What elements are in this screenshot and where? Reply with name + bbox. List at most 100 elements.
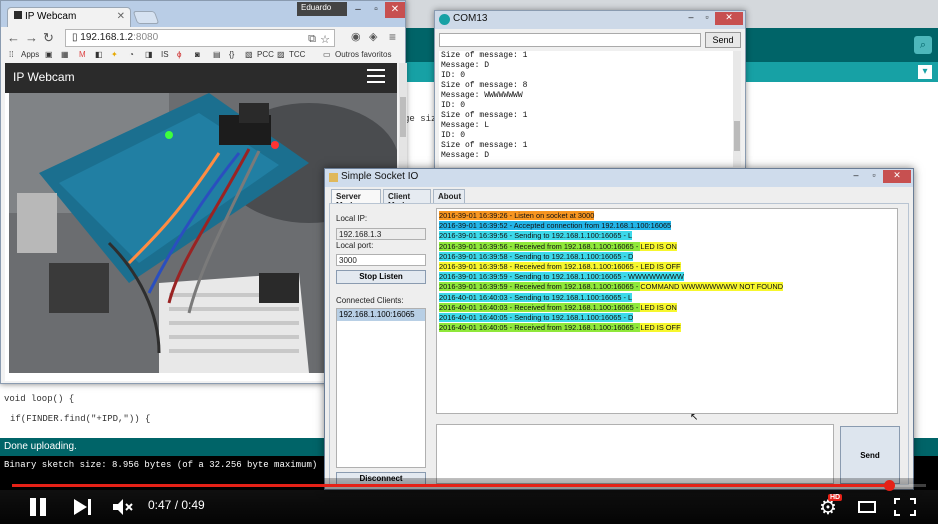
close-tab-icon[interactable]: ✕ xyxy=(117,11,125,22)
bookmarks-bar: ⁞⁞ Apps ▣ ▦ M ◧ ✦ ◔ ◨ IS ϕ ◙ ▤ {} ▧ PCC … xyxy=(1,49,405,63)
log-entry-segment: 2016-40-01 16:40:03 - Sending to 192.168… xyxy=(439,292,633,302)
hamburger-menu-icon[interactable] xyxy=(367,69,385,85)
send-button[interactable]: Send xyxy=(840,426,900,484)
url-port: :8080 xyxy=(133,32,159,43)
serial-line: Message: D xyxy=(441,151,490,160)
socket-io-window: Simple Socket IO ‒ ▫ ✕ Server Mode Clien… xyxy=(324,168,914,490)
bookmark-apps[interactable]: Apps xyxy=(21,50,39,59)
maximize-button[interactable]: ▫ xyxy=(865,170,883,183)
bookmark-icon-10[interactable]: {} xyxy=(229,50,234,59)
browser-toolbar: ← → ↻ ▯ 192.168.1.2:8080 ⧉ ☆ ◉ ◈ ≡ xyxy=(1,27,405,49)
serial-scrollbar[interactable] xyxy=(733,51,741,167)
scrollbar-thumb[interactable] xyxy=(734,121,740,151)
hd-badge: HD xyxy=(828,494,843,501)
log-entry: 2016-39-01 16:39:59 - Received from 192.… xyxy=(439,282,784,292)
maximize-button[interactable]: ▫ xyxy=(699,12,715,25)
bookmark-icon-12[interactable]: ▨ xyxy=(277,50,285,59)
log-entry: 2016-40-01 16:40:03 - Sending to 192.168… xyxy=(439,292,633,302)
maximize-button[interactable]: ▫ xyxy=(367,2,385,18)
minimize-button[interactable]: ‒ xyxy=(683,12,699,25)
bookmark-tcc[interactable]: TCC xyxy=(289,50,305,59)
close-window-button[interactable]: ✕ xyxy=(385,2,405,18)
apps-icon[interactable]: ⁞⁞ xyxy=(9,50,13,59)
time-display: 0:47 / 0:49 xyxy=(148,498,205,512)
theater-mode-icon[interactable] xyxy=(858,501,876,513)
log-entry: 2016-39-01 16:39:56 - Received from 192.… xyxy=(439,241,677,251)
bookmark-icon-2[interactable]: ▦ xyxy=(61,50,69,59)
tab-about[interactable]: About xyxy=(433,189,465,203)
pause-icon[interactable] xyxy=(28,498,48,516)
message-input[interactable] xyxy=(436,424,834,484)
client-item[interactable]: 192.168.1.100:16065 xyxy=(337,309,425,321)
current-time: 0:47 xyxy=(148,498,172,512)
window-title: COM13 xyxy=(453,13,488,24)
log-entry-segment: 2016-39-01 16:39:56 - Received from 192.… xyxy=(439,241,641,251)
bookmark-pcc[interactable]: PCC xyxy=(257,50,274,59)
serial-monitor-button[interactable]: ⌕ xyxy=(914,36,932,54)
connected-clients-label: Connected Clients: xyxy=(336,296,404,305)
cast-icon[interactable]: ◈ xyxy=(369,30,377,43)
next-icon[interactable] xyxy=(72,498,94,516)
log-entry-segment: 2016-39-01 16:39:26 - Listen on socket a… xyxy=(439,211,595,220)
bookmark-outros[interactable]: Outros favoritos xyxy=(335,50,391,59)
log-entry-segment: 2016-39-01 16:39:58 - Received from 192.… xyxy=(439,262,681,271)
reload-icon[interactable]: ↻ xyxy=(43,30,54,46)
bookmark-icon-3[interactable]: ◧ xyxy=(95,50,103,59)
fullscreen-icon[interactable] xyxy=(894,498,916,516)
progress-bar[interactable] xyxy=(12,480,926,491)
log-entry-segment: 2016-39-01 16:39:58 - Sending to 192.168… xyxy=(439,251,634,261)
window-title: Simple Socket IO xyxy=(341,171,419,182)
scrollbar-thumb[interactable] xyxy=(400,97,406,137)
menu-icon[interactable]: ≡ xyxy=(389,30,396,44)
bookmark-icon-7[interactable]: ϕ xyxy=(177,50,181,59)
local-ip-label: Local IP: xyxy=(336,214,368,223)
gmail-icon[interactable]: M xyxy=(79,50,86,59)
serial-input[interactable] xyxy=(439,33,701,47)
log-entry-segment: 2016-40-01 16:40:05 - Received from 192.… xyxy=(439,323,641,333)
log-entry: 2016-39-01 16:39:59 - Sending to 192.168… xyxy=(439,272,684,282)
server-mode-panel: Local IP: 192.168.1.3 Local port: 3000 S… xyxy=(329,203,909,485)
minimize-button[interactable]: ‒ xyxy=(349,2,367,18)
extension-icon[interactable]: ◉ xyxy=(351,30,361,43)
serial-line: ID: 0 xyxy=(441,101,466,110)
close-window-button[interactable]: ✕ xyxy=(715,12,743,25)
serial-line: Message: L xyxy=(441,121,490,130)
browser-tab[interactable]: IP Webcam ✕ xyxy=(7,7,131,27)
mouse-cursor-icon: ↖ xyxy=(690,412,699,423)
log-entry: 2016-40-01 16:40:05 - Sending to 192.168… xyxy=(439,313,634,322)
progress-knob[interactable] xyxy=(883,480,895,491)
send-button[interactable]: Send xyxy=(705,32,741,48)
new-tab-button[interactable] xyxy=(132,11,160,24)
bookmark-icon-11[interactable]: ▧ xyxy=(245,50,253,59)
bookmark-icon-8[interactable]: ◙ xyxy=(195,50,200,59)
arduino-icon xyxy=(439,14,450,25)
local-port-field[interactable]: 3000 xyxy=(336,254,426,266)
tab-menu-button[interactable]: ▾ xyxy=(918,65,932,79)
log-entry-segment: 2016-39-01 16:39:52 - Accepted connectio… xyxy=(439,221,672,231)
bookmark-icon-4[interactable]: ✦ xyxy=(111,50,118,59)
tab-server-mode[interactable]: Server Mode xyxy=(331,189,381,210)
log-entry-segment: LED IS ON xyxy=(640,302,677,312)
mute-icon[interactable] xyxy=(112,498,134,516)
minimize-button[interactable]: ‒ xyxy=(847,170,865,183)
profile-button[interactable]: Eduardo xyxy=(297,2,347,16)
bookmark-icon-1[interactable]: ▣ xyxy=(45,50,53,59)
bookmark-icon-5[interactable]: ◔ xyxy=(129,50,134,59)
forward-icon[interactable]: → xyxy=(25,30,38,45)
translate-icon[interactable]: ⧉ xyxy=(308,33,316,46)
bookmark-is[interactable]: IS xyxy=(161,50,169,59)
bookmark-icon-9[interactable]: ▤ xyxy=(213,50,221,59)
serial-monitor-window: COM13 ‒ ▫ ✕ Send Size of message: 1 Mess… xyxy=(434,10,746,170)
address-bar[interactable]: ▯ 192.168.1.2:8080 ⧉ ☆ xyxy=(65,29,335,47)
local-ip-field: 192.168.1.3 xyxy=(336,228,426,240)
progress-fill xyxy=(12,484,889,487)
star-icon[interactable]: ☆ xyxy=(320,33,330,46)
total-time: 0:49 xyxy=(181,498,205,512)
tab-client-mode[interactable]: Client Mode xyxy=(383,189,431,210)
back-icon[interactable]: ← xyxy=(7,30,20,45)
serial-output: Size of message: 1 Message: D ID: 0 Size… xyxy=(439,51,733,167)
stop-listen-button[interactable]: Stop Listen xyxy=(336,270,426,284)
close-window-button[interactable]: ✕ xyxy=(883,170,911,183)
bookmark-icon-6[interactable]: ◨ xyxy=(145,50,153,59)
log-entry: 2016-39-01 16:39:58 - Received from 192.… xyxy=(439,262,681,271)
